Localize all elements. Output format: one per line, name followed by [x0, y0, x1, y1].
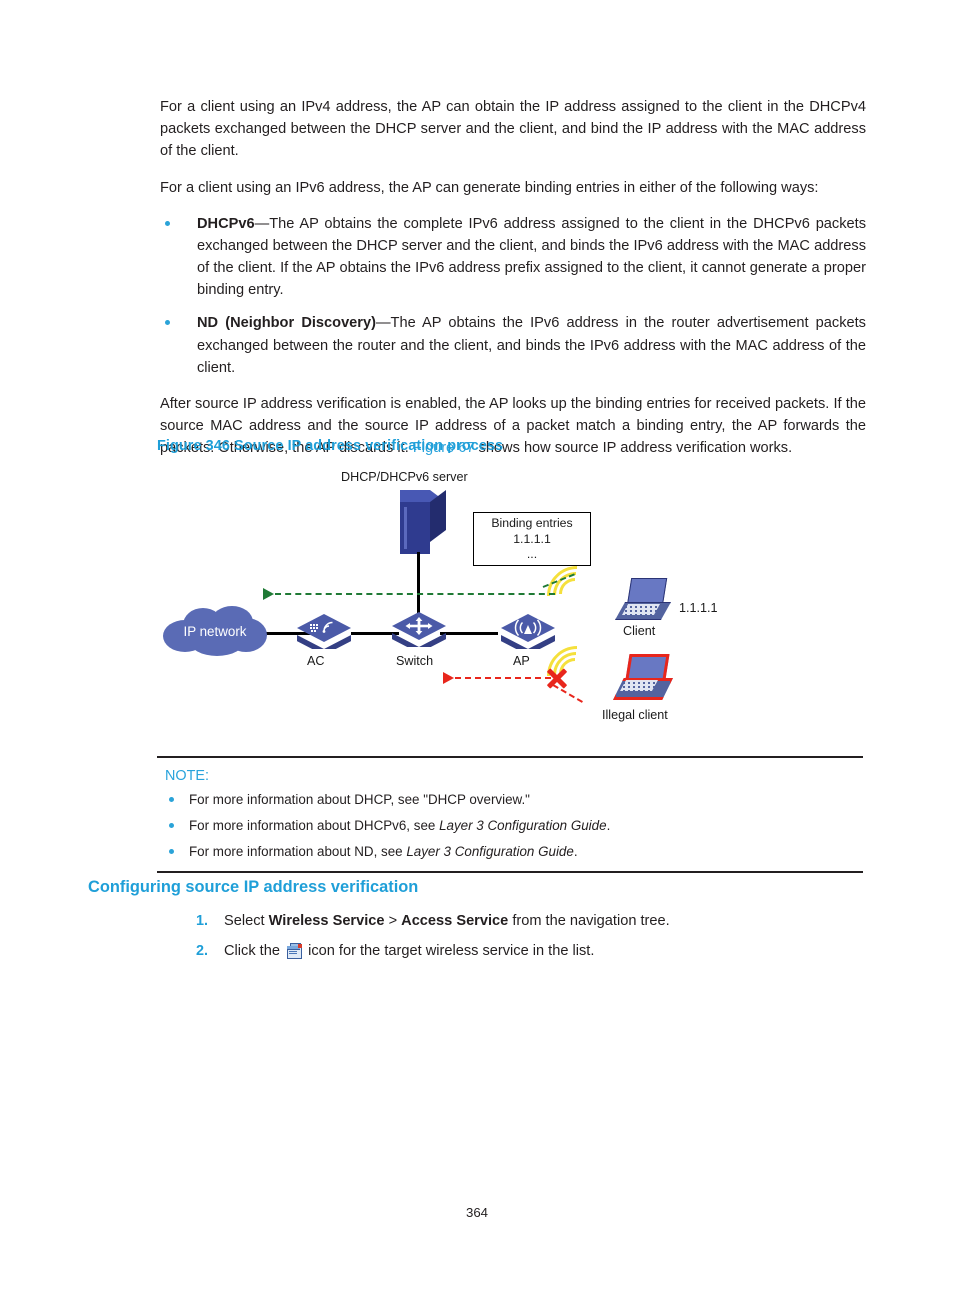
client-label: Client	[623, 624, 656, 638]
figure-source-ip-verification-diagram: DHCP/DHCPv6 server Binding entries 1.1.1…	[155, 462, 867, 742]
step-text-lead: Click the	[224, 942, 285, 959]
note-item-text: For more information about DHCPv6, see	[189, 817, 440, 833]
allowed-flow-arrowhead	[263, 588, 274, 600]
step-number: 1.	[195, 913, 208, 929]
note-list: For more information about DHCP, see "DH…	[157, 790, 863, 862]
note-item-nd: For more information about ND, see Layer…	[157, 842, 863, 862]
step-number: 2.	[195, 942, 208, 959]
server-ridge	[404, 507, 407, 549]
binding-entries-box: Binding entries 1.1.1.1 ...	[473, 512, 591, 566]
bullet-term-nd: ND (Neighbor Discovery)	[197, 315, 376, 332]
note-item-reference: Layer 3 Configuration Guide	[439, 817, 607, 833]
ac-device-icon	[297, 614, 351, 654]
wire-switch-to-ap	[440, 632, 498, 635]
page-number: 364	[465, 1205, 488, 1220]
note-item-tail: .	[573, 843, 578, 859]
menu-path-separator: >	[384, 913, 402, 929]
paragraph-ipv6-intro: For a client using an IPv6 address, the …	[160, 179, 819, 196]
step-2: 2. Click the icon for the target wireless…	[186, 940, 866, 963]
bullet-dot-icon	[169, 822, 174, 828]
note-title: NOTE:	[165, 767, 209, 784]
step-text-tail: from the navigation tree.	[508, 913, 670, 929]
note-item-tail: .	[606, 817, 611, 833]
allowed-flow-line	[275, 593, 555, 595]
wifi-arcs-client-icon	[534, 553, 620, 639]
bullet-term-dhcpv6: DHCPv6	[197, 215, 255, 232]
note-top-rule	[157, 756, 863, 758]
blocked-x-icon	[545, 666, 569, 690]
list-item-dhcpv6: DHCPv6—The AP obtains the complete IPv6 …	[160, 213, 866, 302]
list-item-nd: ND (Neighbor Discovery)—The AP obtains t…	[160, 312, 866, 379]
menu-path-wireless-service: Wireless Service	[268, 913, 385, 929]
ap-device-icon	[501, 614, 555, 654]
paragraph-ipv4: For a client using an IPv4 address, the …	[160, 99, 866, 160]
ap-wireless-icon	[501, 615, 555, 641]
bullet-dot-icon	[169, 796, 174, 802]
switch-arrows-icon	[392, 613, 446, 639]
menu-path-access-service: Access Service	[401, 913, 509, 929]
ac-label: AC	[307, 654, 325, 668]
note-item-text: For more information about ND, see	[189, 843, 407, 859]
switch-label: Switch	[396, 654, 434, 668]
blocked-flow-line	[455, 677, 551, 679]
bullet-dot-icon	[165, 220, 170, 226]
illegal-client-label: Illegal client	[602, 708, 668, 722]
server-label: DHCP/DHCPv6 server	[341, 470, 468, 484]
bullet-dot-icon	[165, 320, 170, 326]
note-block: NOTE: For more information about DHCP, s…	[157, 756, 863, 873]
binding-methods-list: DHCPv6—The AP obtains the complete IPv6 …	[160, 213, 866, 379]
ap-label: AP	[513, 654, 530, 668]
step-text-tail: icon for the target wireless service in …	[304, 942, 595, 959]
bullet-text-dhcpv6: —The AP obtains the complete IPv6 addres…	[197, 215, 866, 299]
note-item-dhcpv6: For more information about DHCPv6, see L…	[157, 816, 863, 836]
blocked-flow-arrowhead	[443, 672, 454, 684]
laptop-keyboard	[620, 680, 658, 691]
laptop-keyboard	[622, 604, 660, 615]
bullet-dot-icon	[169, 848, 174, 854]
ip-network-label: IP network	[183, 623, 247, 639]
illegal-client-laptop-icon	[613, 654, 673, 700]
client-laptop-icon	[615, 578, 671, 620]
note-item-text: For more information about DHCP, see "DH…	[189, 791, 530, 807]
wifi-arcs-illegal-icon	[534, 633, 620, 719]
client-ip-label: 1.1.1.1	[679, 601, 718, 615]
note-item-dhcp: For more information about DHCP, see "DH…	[157, 790, 863, 810]
procedure-steps: 1. Select Wireless Service > Access Servi…	[186, 910, 866, 969]
switch-device-icon	[392, 612, 446, 652]
body-content: For a client using an IPv4 address, the …	[160, 96, 866, 475]
note-bottom-rule	[157, 870, 863, 873]
laptop-screen	[626, 578, 668, 606]
step-text-lead: Select	[224, 913, 269, 929]
figure-caption: Figure 346 Source IP address verificatio…	[157, 438, 504, 454]
paragraph-verification-tail: shows how source IP address verification…	[474, 440, 793, 457]
document-page: For a client using an IPv4 address, the …	[0, 0, 954, 1296]
binding-entries-value: 1.1.1.1	[513, 531, 551, 546]
binding-entries-ellipsis: ...	[526, 547, 538, 562]
wireless-service-icon	[286, 942, 303, 959]
binding-entries-title: Binding entries	[491, 516, 573, 531]
ip-network-cloud: IP network	[163, 606, 267, 656]
note-item-reference: Layer 3 Configuration Guide	[406, 843, 574, 859]
ac-panel-icon	[297, 615, 351, 641]
step-1: 1. Select Wireless Service > Access Servi…	[186, 910, 866, 933]
dhcp-server-icon	[400, 490, 446, 554]
section-heading: Configuring source IP address verificati…	[88, 878, 419, 896]
